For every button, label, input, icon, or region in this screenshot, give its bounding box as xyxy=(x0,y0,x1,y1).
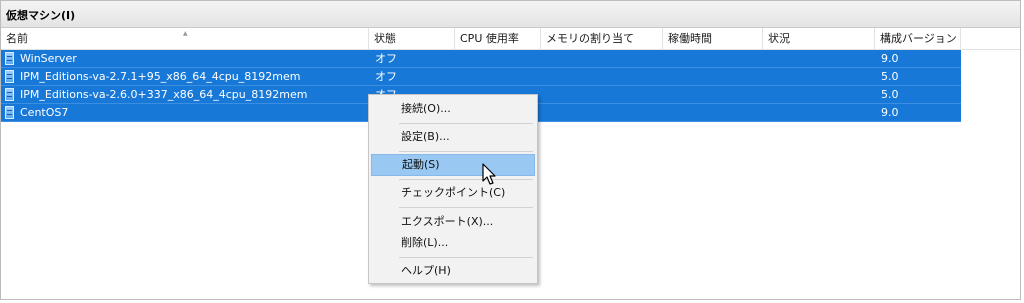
menu-item-label: 設定(B)... xyxy=(401,130,450,143)
menu-item-label: 削除(L)... xyxy=(401,236,449,249)
column-header-config-version[interactable]: 構成バージョン xyxy=(875,28,961,49)
menu-item-label: チェックポイント(C) xyxy=(401,186,506,199)
vm-row[interactable]: IPM_Editions-va-2.7.1+95_x86_64_4cpu_819… xyxy=(1,68,961,86)
hyperv-manager-screen: 仮想マシン(I) 名前 ▲ 状態 CPU 使用率 メモリの割り当て 稼働時間 状… xyxy=(0,0,1024,303)
context-menu: 接続(O)... 設定(B)... 起動(S) チェックポイント(C) エクスポ… xyxy=(368,94,538,284)
menu-separator xyxy=(399,257,533,258)
vm-config-version: 9.0 xyxy=(881,106,899,119)
menu-item-label: 接続(O)... xyxy=(401,102,451,115)
virtual-machine-icon xyxy=(5,52,14,65)
virtual-machine-icon xyxy=(5,88,14,101)
menu-item-connect[interactable]: 接続(O)... xyxy=(371,98,535,120)
vm-name: IPM_Editions-va-2.6.0+337_x86_64_4cpu_81… xyxy=(20,88,308,101)
menu-separator xyxy=(399,151,533,152)
menu-item-label: エクスポート(X)... xyxy=(401,215,494,228)
menu-item-label: ヘルプ(H) xyxy=(401,264,451,277)
panel-header: 仮想マシン(I) xyxy=(1,1,1020,28)
vm-state: オフ xyxy=(375,70,397,83)
column-header-memory[interactable]: メモリの割り当て xyxy=(541,28,663,49)
virtual-machine-icon xyxy=(5,70,14,83)
vm-row[interactable]: WinServer オフ 9.0 xyxy=(1,50,961,68)
menu-item-help[interactable]: ヘルプ(H) xyxy=(371,260,535,282)
vm-name: CentOS7 xyxy=(20,106,69,119)
column-header-status[interactable]: 状況 xyxy=(763,28,875,49)
vm-name: IPM_Editions-va-2.7.1+95_x86_64_4cpu_819… xyxy=(20,70,301,83)
column-header-uptime[interactable]: 稼働時間 xyxy=(663,28,763,49)
vm-config-version: 5.0 xyxy=(881,70,899,83)
menu-item-checkpoint[interactable]: チェックポイント(C) xyxy=(371,182,535,204)
mouse-pointer-icon xyxy=(482,163,496,185)
column-header-state[interactable]: 状態 xyxy=(369,28,455,49)
vm-state: オフ xyxy=(375,52,397,65)
column-header-cpu[interactable]: CPU 使用率 xyxy=(455,28,541,49)
vm-name: WinServer xyxy=(20,52,77,65)
menu-item-label: 起動(S) xyxy=(402,158,440,171)
panel-title: 仮想マシン(I) xyxy=(6,9,76,22)
menu-item-export[interactable]: エクスポート(X)... xyxy=(371,211,535,233)
virtual-machine-icon xyxy=(5,106,14,119)
vm-config-version: 5.0 xyxy=(881,88,899,101)
grid-header: 名前 ▲ 状態 CPU 使用率 メモリの割り当て 稼働時間 状況 構成バージョン xyxy=(1,28,1020,50)
menu-item-start[interactable]: 起動(S) xyxy=(371,154,535,176)
menu-item-delete[interactable]: 削除(L)... xyxy=(371,232,535,254)
sort-indicator-icon: ▲ xyxy=(183,30,188,37)
menu-separator xyxy=(399,123,533,124)
menu-separator xyxy=(399,207,533,208)
menu-item-settings[interactable]: 設定(B)... xyxy=(371,126,535,148)
vm-config-version: 9.0 xyxy=(881,52,899,65)
menu-separator xyxy=(399,179,533,180)
